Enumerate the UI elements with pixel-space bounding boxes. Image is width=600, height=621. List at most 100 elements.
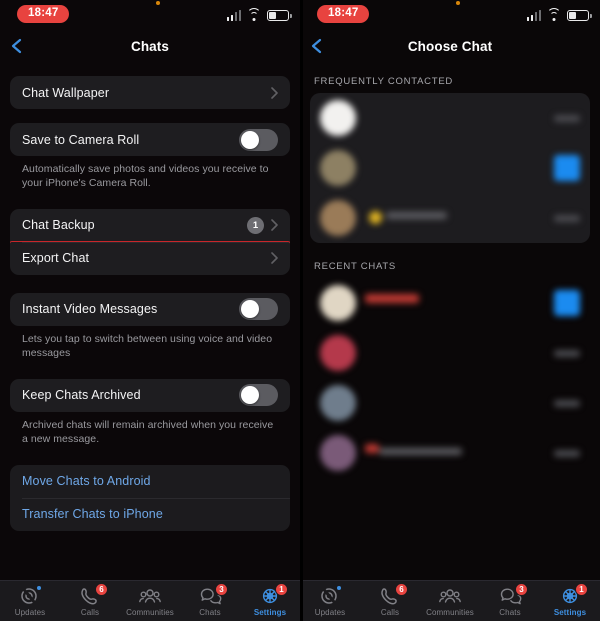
avatar — [320, 200, 356, 236]
row-instant-video-messages[interactable]: Instant Video Messages — [10, 293, 290, 326]
tab-calls-label: Calls — [80, 607, 100, 617]
group-gap-5 — [10, 447, 290, 465]
status-indicators — [526, 8, 592, 21]
chats-icon: 3 — [498, 582, 528, 606]
avatar — [320, 385, 356, 421]
calls-icon: 6 — [78, 582, 108, 606]
row-instant-video-messages-label: Instant Video Messages — [22, 302, 158, 317]
choose-chat-list: FREQUENTLY CONTACTED RECENT CHATS — [300, 64, 600, 580]
row-chat-wallpaper[interactable]: Chat Wallpaper — [10, 76, 290, 109]
row-export-chat[interactable]: Export Chat — [10, 241, 290, 275]
row-transfer-chats-to-iphone[interactable]: Transfer Chats to iPhone — [10, 497, 290, 531]
back-chevron-icon[interactable] — [308, 37, 326, 55]
list-item[interactable] — [310, 328, 590, 378]
nav-bar-left: Chats — [0, 28, 300, 64]
footnote-instant-video: Lets you tap to switch between using voi… — [22, 332, 273, 360]
chat-meta — [554, 114, 580, 122]
row-save-to-camera-roll[interactable]: Save to Camera Roll — [10, 123, 290, 156]
avatar — [320, 435, 356, 471]
tab-settings[interactable]: 1 Settings — [540, 581, 600, 621]
settings-gear-icon: 1 — [558, 582, 588, 606]
status-indicators — [226, 8, 292, 21]
list-item[interactable] — [310, 278, 590, 328]
battery-icon — [267, 10, 292, 21]
wifi-icon — [247, 8, 261, 21]
group-wallpaper: Chat Wallpaper — [10, 76, 290, 109]
list-item[interactable] — [310, 143, 590, 193]
group-gap-2 — [10, 191, 290, 209]
tab-communities[interactable]: Communities — [420, 581, 480, 621]
left-phone-screen: 18:47 Chats Chat Wallpaper Save to Camer… — [0, 0, 300, 621]
tab-updates-label: Updates — [314, 607, 346, 617]
avatar — [320, 335, 356, 371]
row-keep-chats-archived-label: Keep Chats Archived — [22, 388, 141, 403]
screen-divider — [300, 0, 303, 621]
chats-badge: 3 — [515, 582, 528, 596]
chat-preview — [365, 443, 545, 463]
tab-communities[interactable]: Communities — [120, 581, 180, 621]
list-item[interactable] — [310, 93, 590, 143]
chat-meta — [554, 349, 580, 357]
chat-meta — [554, 449, 580, 457]
status-time-pill: 18:47 — [317, 4, 370, 24]
tab-chats[interactable]: 3 Chats — [180, 581, 240, 621]
chat-meta — [554, 155, 580, 181]
group-backup-export: Chat Backup 1 Export Chat — [10, 208, 290, 275]
tab-bar-left: Updates 6 Calls Communities 3 Chats 1 Se… — [0, 580, 300, 621]
calls-badge: 6 — [95, 582, 108, 596]
group-transfer-links: Move Chats to Android Transfer Chats to … — [10, 464, 290, 531]
settings-list: Chat Wallpaper Save to Camera Roll Autom… — [0, 64, 300, 580]
tab-chats-label: Chats — [199, 607, 221, 617]
page-title: Choose Chat — [407, 38, 493, 54]
list-item[interactable] — [310, 378, 590, 428]
tab-settings-label: Settings — [553, 607, 587, 617]
tab-updates-label: Updates — [14, 607, 46, 617]
tab-updates[interactable]: Updates — [0, 581, 60, 621]
settings-gear-icon: 1 — [258, 582, 288, 606]
tab-chats-label: Chats — [499, 607, 521, 617]
back-chevron-icon[interactable] — [8, 37, 26, 55]
row-keep-chats-archived[interactable]: Keep Chats Archived — [10, 379, 290, 412]
status-time-pill: 18:47 — [17, 4, 70, 24]
group-instant-video: Instant Video Messages — [10, 292, 290, 326]
chats-icon: 3 — [198, 582, 228, 606]
chevron-right-icon — [271, 219, 278, 232]
nav-bar-right: Choose Chat — [300, 28, 600, 64]
cellular-signal-icon — [226, 10, 241, 21]
communities-icon — [438, 586, 462, 606]
section-frequently-contacted-label: FREQUENTLY CONTACTED — [314, 76, 454, 87]
calls-icon: 6 — [378, 582, 408, 606]
updates-status-dot — [336, 584, 342, 591]
chat-backup-count-badge: 1 — [247, 216, 264, 234]
tab-calls[interactable]: 6 Calls — [60, 581, 120, 621]
list-item[interactable] — [310, 428, 590, 478]
keep-chats-archived-toggle[interactable] — [239, 384, 278, 407]
list-item[interactable] — [310, 193, 590, 243]
row-chat-backup[interactable]: Chat Backup 1 — [10, 209, 290, 242]
row-move-chats-to-android[interactable]: Move Chats to Android — [10, 465, 290, 498]
instant-video-messages-toggle[interactable] — [239, 298, 278, 321]
cellular-signal-icon — [526, 10, 541, 21]
orange-privacy-dot — [456, 1, 460, 5]
footnote-camera-roll: Automatically save photos and videos you… — [22, 163, 269, 190]
row-save-to-camera-roll-label: Save to Camera Roll — [22, 132, 140, 147]
row-export-chat-label: Export Chat — [22, 251, 90, 266]
section-frequently-contacted — [310, 93, 590, 243]
group-gap-3 — [10, 275, 290, 293]
tab-settings[interactable]: 1 Settings — [240, 581, 300, 621]
tab-updates[interactable]: Updates — [300, 581, 360, 621]
save-to-camera-roll-toggle[interactable] — [239, 128, 278, 151]
avatar — [320, 100, 356, 136]
chevron-right-icon — [271, 86, 278, 99]
battery-icon — [567, 10, 592, 21]
wifi-icon — [547, 8, 561, 21]
tab-calls-label: Calls — [380, 607, 400, 617]
status-bar-left: 18:47 — [0, 0, 300, 28]
updates-icon — [18, 584, 42, 606]
page-title: Chats — [130, 38, 169, 54]
settings-badge: 1 — [575, 582, 588, 596]
tab-chats[interactable]: 3 Chats — [480, 581, 540, 621]
chat-meta — [554, 214, 580, 222]
tab-calls[interactable]: 6 Calls — [360, 581, 420, 621]
list-top-spacer — [10, 64, 290, 76]
